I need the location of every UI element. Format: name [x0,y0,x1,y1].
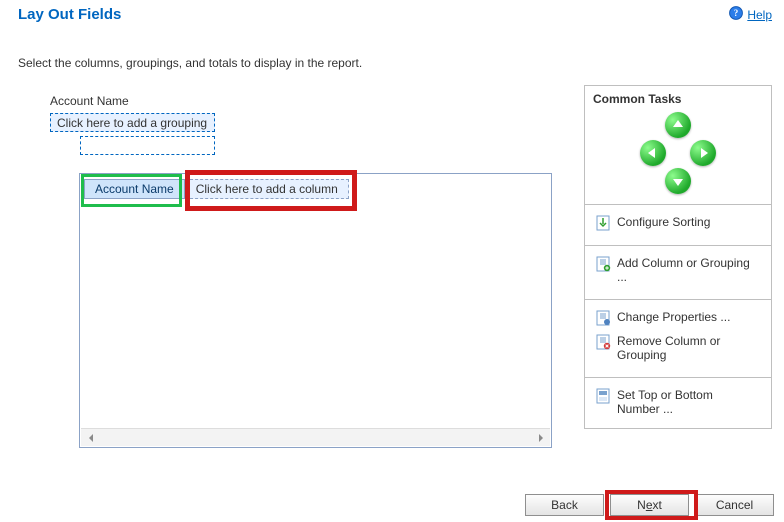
change-properties-label: Change Properties ... [617,310,730,324]
sorting-icon [595,215,611,231]
move-left-button[interactable] [640,140,666,166]
help-icon: ? [729,6,743,23]
page-title: Lay Out Fields [18,6,121,23]
add-column-text: Click here to add a column [196,182,338,196]
back-button[interactable]: Back [525,494,604,516]
column-account-name-label: Account Name [95,182,174,196]
set-top-bottom-label: Set Top or Bottom Number ... [617,388,757,417]
properties-icon [595,310,611,326]
next-button[interactable]: Next [610,494,689,516]
svg-text:?: ? [734,8,739,18]
move-up-button[interactable] [665,112,691,138]
configure-sorting-link[interactable]: Configure Sorting [593,211,763,235]
add-grouping-text: Click here to add a grouping [57,116,207,130]
move-right-button[interactable] [690,140,716,166]
cancel-button[interactable]: Cancel [695,494,774,516]
next-label: Next [637,498,662,512]
scroll-right-button[interactable] [531,430,548,445]
help-label: Help [747,8,772,22]
add-column-grouping-label: Add Column or Grouping ... [617,256,757,285]
move-down-button[interactable] [665,168,691,194]
remove-column-icon [595,334,611,350]
add-column-icon [595,256,611,272]
common-tasks-panel: Common Tasks [584,85,772,429]
set-top-bottom-link[interactable]: Set Top or Bottom Number ... [593,384,763,421]
remove-column-grouping-link[interactable]: Remove Column or Grouping [593,330,763,367]
wizard-footer: Back Next Cancel [525,494,774,516]
help-link[interactable]: ? Help [729,6,772,23]
back-label: Back [551,498,578,512]
add-column-placeholder[interactable]: Click here to add a column [185,179,349,199]
remove-column-grouping-label: Remove Column or Grouping [617,334,757,363]
common-tasks-title: Common Tasks [593,92,763,106]
add-column-grouping-link[interactable]: Add Column or Grouping ... [593,252,763,289]
sub-grouping-slot[interactable] [80,136,215,155]
horizontal-scrollbar[interactable] [81,428,550,446]
root-field-label: Account Name [50,94,129,108]
top-bottom-icon [595,388,611,404]
configure-sorting-label: Configure Sorting [617,215,710,229]
instruction-text: Select the columns, groupings, and total… [18,56,362,70]
cancel-label: Cancel [716,498,753,512]
change-properties-link[interactable]: Change Properties ... [593,306,763,330]
add-grouping-placeholder[interactable]: Click here to add a grouping [50,113,215,132]
column-account-name[interactable]: Account Name [84,179,185,199]
scroll-left-button[interactable] [83,430,100,445]
report-layout-canvas[interactable]: Account Name Click here to add a column [79,173,552,448]
